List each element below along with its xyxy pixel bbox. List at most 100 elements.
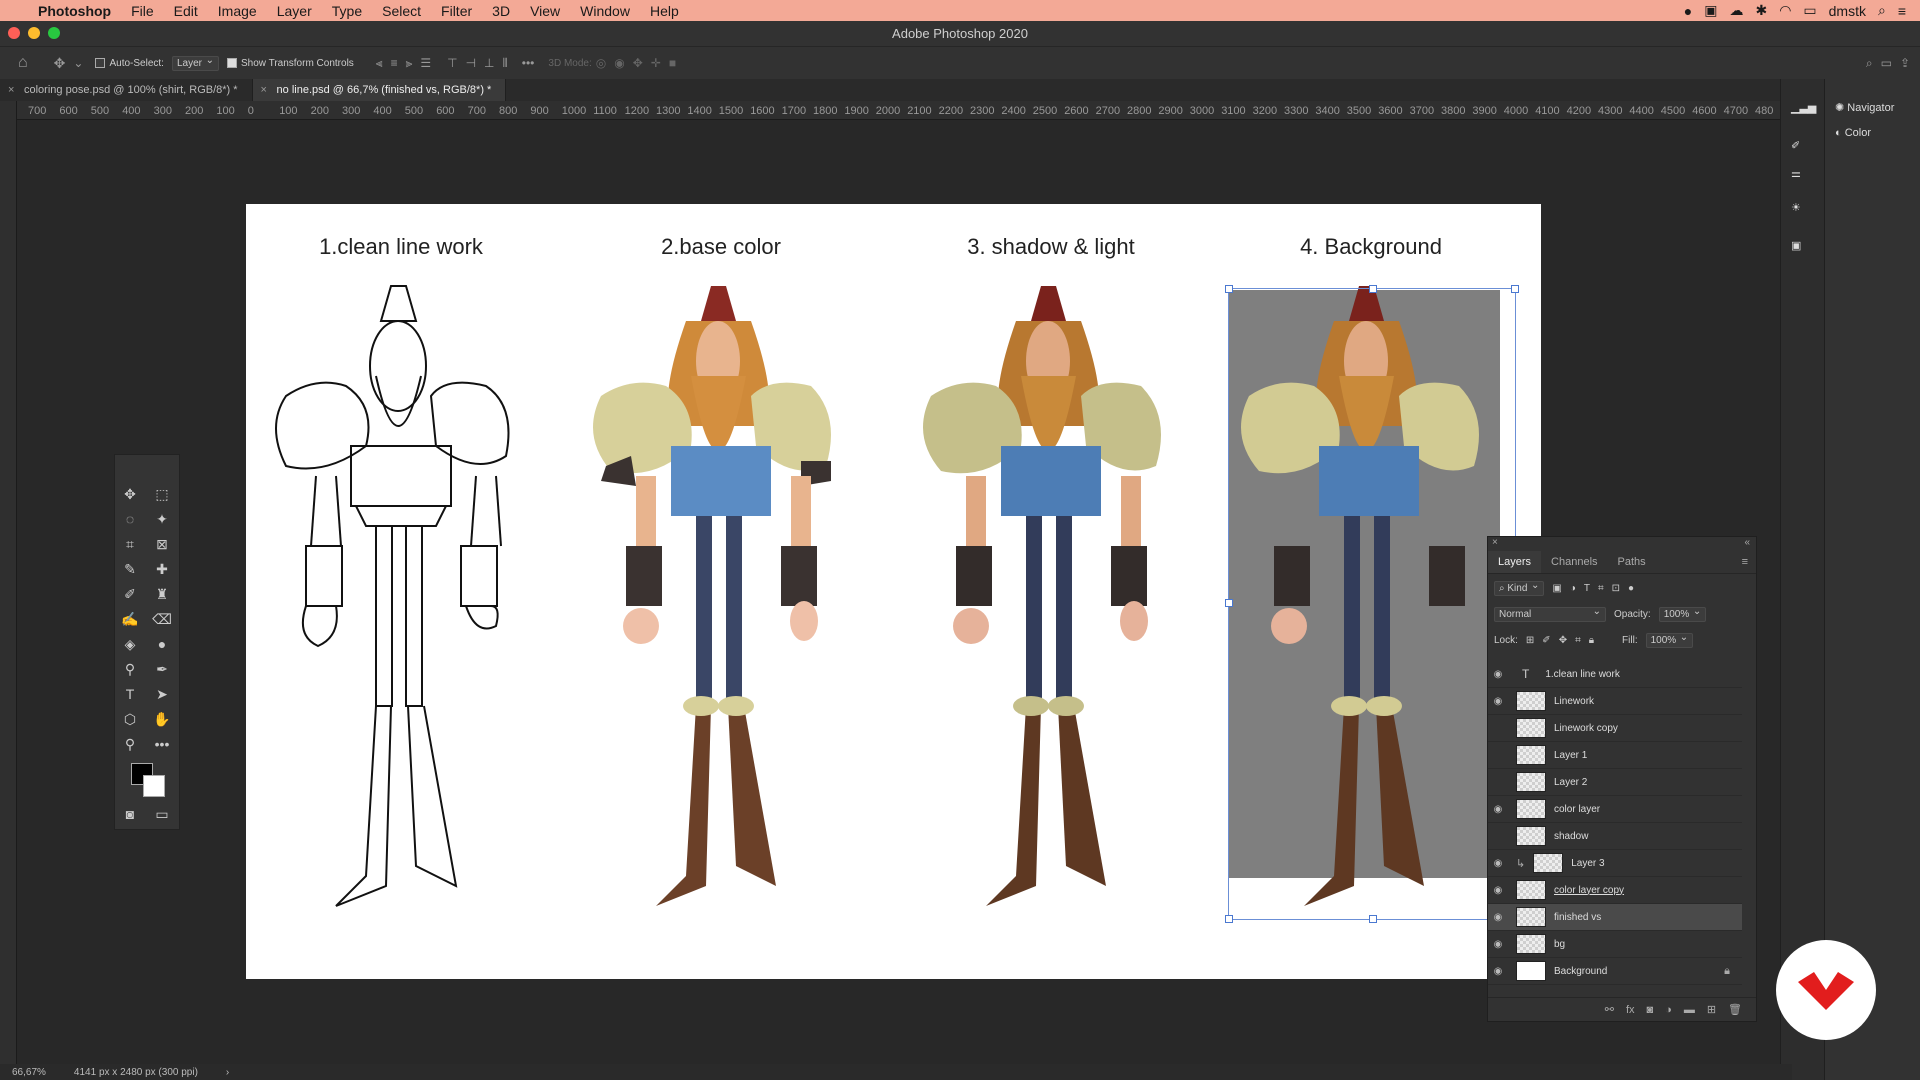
minimize-window-icon[interactable] <box>28 27 40 39</box>
panel-menu-icon[interactable]: ≡ <box>1742 551 1756 573</box>
transform-handle[interactable] <box>1369 915 1377 923</box>
tab-paths[interactable]: Paths <box>1608 551 1656 573</box>
layer-name[interactable]: shadow <box>1554 831 1588 842</box>
filter-shape-icon[interactable]: ⌗ <box>1598 583 1604 594</box>
slide-3d-icon[interactable]: ✛ <box>651 56 661 70</box>
shape-tool-icon[interactable]: ⬡ <box>119 710 141 728</box>
show-transform-checkbox[interactable] <box>226 58 237 68</box>
list-icon[interactable]: ≡ <box>1898 3 1906 19</box>
airplay-icon[interactable]: ▭ <box>1803 2 1816 19</box>
eye-icon[interactable]: ◉ <box>1488 885 1508 896</box>
eye-icon[interactable]: ◉ <box>1488 696 1508 707</box>
background-color-swatch[interactable] <box>143 775 165 797</box>
libraries-icon[interactable]: ▣ <box>1791 239 1801 252</box>
zoom-window-icon[interactable] <box>48 27 60 39</box>
layer-row[interactable]: ◉ color layer copy <box>1488 877 1742 904</box>
navigator-panel-button[interactable]: ✺ Navigator <box>1835 101 1894 114</box>
align-top-icon[interactable]: ⊤ <box>447 56 457 70</box>
tab-layers[interactable]: Layers <box>1488 551 1542 573</box>
tab-coloring-pose[interactable]: × coloring pose.psd @ 100% (shirt, RGB/8*… <box>0 79 253 101</box>
eraser-tool-icon[interactable]: ⌫ <box>151 610 173 628</box>
screen-mode-icon[interactable]: ▭ <box>151 805 173 823</box>
zoom-tool-icon[interactable]: ⚲ <box>119 735 141 753</box>
history-brush-icon[interactable]: ✍ <box>119 610 141 628</box>
chevron-right-icon[interactable]: › <box>226 1067 229 1078</box>
transform-handle[interactable] <box>1225 915 1233 923</box>
filter-toggle-icon[interactable]: ● <box>1628 583 1634 594</box>
add-mask-icon[interactable]: ◙ <box>1647 1004 1654 1016</box>
type-tool-icon[interactable]: T <box>119 685 141 703</box>
menu-user[interactable]: dmstk <box>1829 3 1866 19</box>
move-tool-icon[interactable]: ✥ <box>119 485 141 503</box>
auto-select-dropdown[interactable]: Layer <box>171 55 219 71</box>
eye-icon[interactable]: ◉ <box>1488 858 1508 869</box>
layer-thumbnail[interactable] <box>1516 826 1546 846</box>
path-selection-icon[interactable]: ➤ <box>151 685 173 703</box>
frame-tool-icon[interactable]: ⊠ <box>151 535 173 553</box>
layer-row[interactable]: Linework copy <box>1488 715 1742 742</box>
eye-icon[interactable]: ◉ <box>1488 669 1508 680</box>
layer-thumbnail[interactable] <box>1516 907 1546 927</box>
link-layers-icon[interactable]: ⚯ <box>1605 1003 1614 1016</box>
close-icon[interactable]: × <box>8 79 14 101</box>
tab-channels[interactable]: Channels <box>1541 551 1607 573</box>
layer-thumbnail[interactable] <box>1516 718 1546 738</box>
close-icon[interactable]: × <box>1492 537 1498 548</box>
lock-position-icon[interactable]: ✥ <box>1559 635 1567 646</box>
creative-cloud-icon[interactable]: ● <box>1684 3 1692 19</box>
filter-type-icon[interactable]: T <box>1584 583 1590 594</box>
zoom-level[interactable]: 66,67% <box>12 1067 46 1078</box>
menu-type[interactable]: Type <box>322 3 372 19</box>
close-window-icon[interactable] <box>8 27 20 39</box>
layer-row[interactable]: Layer 2 <box>1488 769 1742 796</box>
layer-thumbnail[interactable] <box>1516 934 1546 954</box>
menu-view[interactable]: View <box>520 3 570 19</box>
layer-thumbnail[interactable] <box>1516 745 1546 765</box>
adjustment-layer-icon[interactable]: ◑ <box>1665 1004 1672 1016</box>
brush-settings-icon[interactable]: ✐ <box>1791 139 1800 152</box>
color-panel-button[interactable]: ◐ Color <box>1835 127 1871 139</box>
orbit-3d-icon[interactable]: ◎ <box>596 56 606 70</box>
menu-file[interactable]: File <box>121 3 164 19</box>
fill-input[interactable]: 100% <box>1645 632 1694 648</box>
fx-icon[interactable]: fx <box>1626 1004 1635 1016</box>
distribute-icon[interactable]: ⦀ <box>503 56 508 71</box>
lock-artboard-icon[interactable]: ⌗ <box>1575 635 1581 646</box>
menu-layer[interactable]: Layer <box>267 3 322 19</box>
menu-filter[interactable]: Filter <box>431 3 482 19</box>
layer-name[interactable]: Linework copy <box>1554 723 1618 734</box>
paint-bucket-icon[interactable]: ◈ <box>119 635 141 653</box>
spotlight-icon[interactable]: ⌕ <box>1878 2 1886 19</box>
layer-name[interactable]: Linework <box>1554 696 1594 707</box>
workspace-icon[interactable]: ▭ <box>1881 56 1892 70</box>
adjustments-icon[interactable]: ⚌ <box>1791 167 1801 180</box>
transform-bounding-box[interactable] <box>1225 285 1519 923</box>
eye-icon[interactable]: ◉ <box>1488 939 1508 950</box>
layer-name[interactable]: 1.clean line work <box>1545 669 1619 680</box>
layer-name[interactable]: Layer 1 <box>1554 750 1587 761</box>
stamp-tool-icon[interactable]: ♜ <box>151 585 173 603</box>
blend-mode-dropdown[interactable]: Normal <box>1494 606 1606 622</box>
close-icon[interactable]: × <box>261 79 267 101</box>
filter-smart-object-icon[interactable]: ⊡ <box>1612 583 1620 594</box>
screen-icon[interactable]: ▣ <box>1704 2 1717 19</box>
move-tool-icon[interactable]: ✥ <box>54 55 66 72</box>
delete-layer-icon[interactable]: 🗑︎ <box>1728 1003 1742 1016</box>
share-icon[interactable]: ⇪ <box>1900 56 1910 70</box>
layer-row[interactable]: Layer 1 <box>1488 742 1742 769</box>
new-group-icon[interactable]: ▬ <box>1684 1004 1695 1016</box>
collapse-icon[interactable]: « <box>1744 537 1750 548</box>
pan-3d-icon[interactable]: ✥ <box>633 56 643 70</box>
menu-select[interactable]: Select <box>372 3 431 19</box>
transform-handle[interactable] <box>1225 285 1233 293</box>
filter-pixel-icon[interactable]: ▣ <box>1552 583 1561 594</box>
filter-adjustment-icon[interactable]: ◑ <box>1570 583 1576 594</box>
layer-thumbnail[interactable] <box>1516 691 1546 711</box>
auto-select-checkbox[interactable] <box>95 58 106 68</box>
more-icon[interactable]: ••• <box>522 56 535 70</box>
chevron-down-icon[interactable]: ⌄ <box>73 56 83 70</box>
menu-window[interactable]: Window <box>570 3 640 19</box>
healing-brush-icon[interactable]: ✚ <box>151 560 173 578</box>
document-canvas[interactable]: 1.clean line work 2.base color 3. shadow… <box>246 204 1541 979</box>
hand-tool-icon[interactable]: ✋ <box>151 710 173 728</box>
